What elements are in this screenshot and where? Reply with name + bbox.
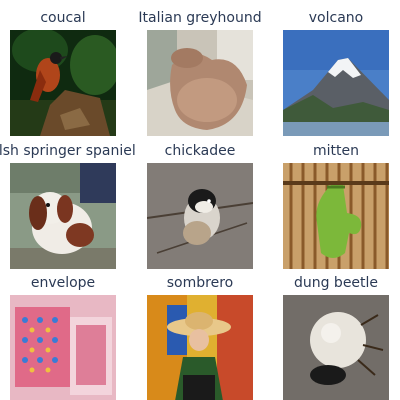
thumbnail-dung-beetle bbox=[283, 295, 389, 400]
grid-cell-coucal: coucal bbox=[10, 9, 116, 137]
envelope-image bbox=[10, 295, 116, 400]
thumbnail-italian-greyhound bbox=[147, 30, 253, 136]
dung-beetle-image bbox=[283, 295, 389, 400]
greyhound-image bbox=[147, 30, 253, 136]
image-grid: coucal Italian greyhound volcano elsh sp… bbox=[0, 0, 400, 400]
chickadee-image bbox=[147, 163, 253, 269]
sombrero-image bbox=[147, 295, 253, 400]
mitten-image bbox=[283, 163, 389, 269]
grid-cell-mitten: mitten bbox=[283, 142, 389, 270]
grid-cell-welsh-springer-spaniel: elsh springer spaniel bbox=[0, 142, 136, 270]
grid-cell-dung-beetle: dung beetle bbox=[283, 274, 389, 400]
image-label: mitten bbox=[313, 143, 359, 159]
thumbnail-envelope bbox=[10, 295, 116, 400]
thumbnail-coucal bbox=[10, 30, 116, 136]
image-label: dung beetle bbox=[293, 275, 379, 291]
thumbnail-mitten bbox=[283, 163, 389, 269]
grid-cell-volcano: volcano bbox=[283, 9, 389, 137]
spaniel-image bbox=[10, 163, 116, 269]
coucal-image bbox=[10, 30, 116, 136]
grid-cell-envelope: envelope bbox=[10, 274, 116, 400]
image-label: sombrero bbox=[166, 275, 234, 291]
volcano-image bbox=[283, 30, 389, 136]
grid-cell-sombrero: sombrero bbox=[147, 274, 253, 400]
image-label: volcano bbox=[308, 10, 364, 26]
image-label: coucal bbox=[40, 10, 86, 26]
thumbnail-chickadee bbox=[147, 163, 253, 269]
image-label: envelope bbox=[30, 275, 96, 291]
thumbnail-volcano bbox=[283, 30, 389, 136]
image-label: elsh springer spaniel bbox=[0, 143, 136, 159]
thumbnail-welsh-springer-spaniel bbox=[10, 163, 116, 269]
image-label: chickadee bbox=[164, 143, 236, 159]
grid-cell-chickadee: chickadee bbox=[147, 142, 253, 270]
image-label: Italian greyhound bbox=[138, 10, 262, 26]
thumbnail-sombrero bbox=[147, 295, 253, 400]
grid-cell-italian-greyhound: Italian greyhound bbox=[138, 9, 262, 137]
